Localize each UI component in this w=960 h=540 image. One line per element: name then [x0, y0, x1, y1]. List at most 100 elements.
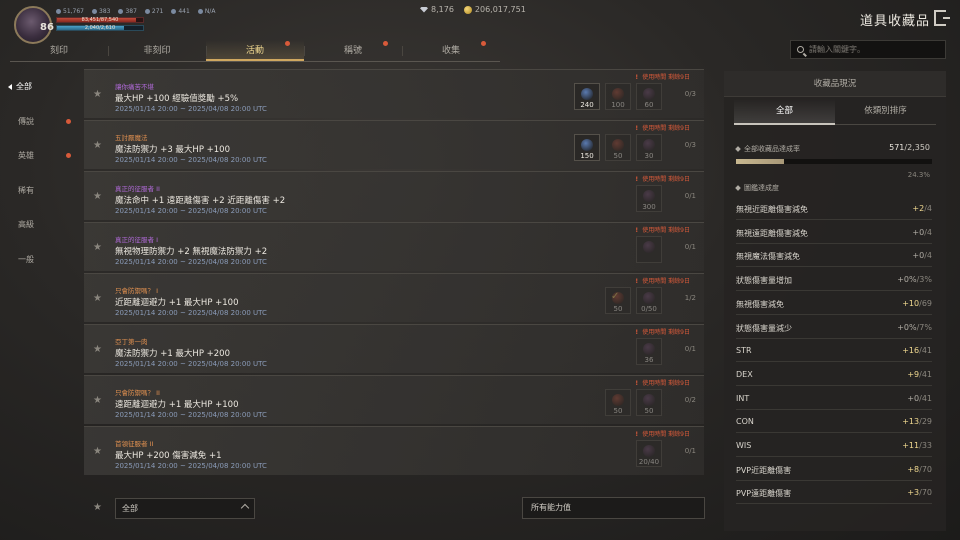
favorite-star-icon[interactable]: ★: [93, 140, 102, 151]
sidebar-item-label: 英雄: [18, 151, 34, 160]
tab-4[interactable]: 收集: [402, 40, 500, 61]
collection-row[interactable]: ★ 只會防禦嗎？ II 遠距離迴避力 +1 最大HP +100 2025/01/14 …: [84, 375, 704, 424]
tab-label: 刻印: [49, 46, 68, 56]
favorite-star-icon[interactable]: ★: [93, 89, 102, 100]
player-stat: 383: [92, 8, 110, 15]
tab-by-category[interactable]: 依類別排序: [835, 99, 936, 125]
time-limit-text: 使用時間 剩餘9日: [642, 125, 690, 132]
filter-dropdown[interactable]: 全部: [115, 498, 255, 519]
material-count: 60: [644, 101, 654, 109]
collection-row[interactable]: ★ 五討厭魔法 魔法防禦力 +3 最大HP +100 2025/01/14 20:00…: [84, 120, 704, 169]
material-slot[interactable]: 60: [636, 83, 662, 110]
collection-stat-row: 無視遠距離傷害減免 +0/4: [736, 222, 932, 244]
stat-icon: [144, 9, 150, 14]
sidebar-item[interactable]: 一般: [0, 248, 78, 283]
stat-value: 51,767: [63, 8, 84, 15]
sidebar-item-label: 傳說: [18, 116, 34, 126]
sidebar-item[interactable]: 稀有: [0, 179, 78, 214]
stat-label: WIS: [736, 441, 752, 450]
panel-tabs: 全部 依類別排序: [734, 99, 936, 125]
material-slot[interactable]: 50: [605, 134, 631, 161]
favorite-star-icon[interactable]: ★: [93, 242, 102, 253]
material-slot[interactable]: [636, 236, 662, 263]
material-slot[interactable]: 150: [574, 134, 600, 161]
achievement-percent: 24.3%: [907, 171, 930, 179]
stat-label: DEX: [736, 369, 753, 379]
material-item-icon: [581, 88, 593, 100]
chevron-up-icon: [240, 503, 250, 513]
hp-bar: 83,451/87,540: [56, 17, 144, 23]
search-icon[interactable]: [797, 46, 804, 53]
time-limit-badge: ! 使用時間 剩餘9日: [634, 276, 690, 285]
material-slot[interactable]: 300: [636, 185, 662, 212]
collection-stat-row: DEX +9/41: [736, 364, 932, 386]
exit-icon[interactable]: [934, 10, 950, 26]
sidebar-item[interactable]: 傳說: [0, 110, 78, 145]
material-slot[interactable]: 50: [636, 389, 662, 416]
tab-0[interactable]: 刻印: [10, 40, 108, 61]
material-slot[interactable]: ✓ 50: [605, 287, 631, 314]
alert-icon: !: [635, 125, 639, 132]
material-slot[interactable]: 30: [636, 134, 662, 161]
tab-1[interactable]: 非刻印: [108, 40, 206, 61]
player-stat: 441: [171, 8, 190, 15]
material-count: 150: [580, 152, 594, 160]
collection-row[interactable]: ★ 真正的征服者 II 魔法命中 +1 遠距離傷害 +2 近距離傷害 +2 2025/…: [84, 171, 704, 220]
player-stat: N/A: [197, 8, 216, 15]
material-slot[interactable]: 50: [605, 389, 631, 416]
collection-row[interactable]: ★ 首領征服者 II 最大HP +200 傷害減免 +1 2025/01/14 20:…: [84, 426, 704, 475]
sidebar-item[interactable]: 英雄: [0, 144, 78, 179]
notification-dot-icon: [66, 153, 71, 158]
favorite-star-icon[interactable]: ★: [93, 293, 102, 304]
sidebar-item[interactable]: 全部: [0, 75, 78, 110]
collection-stat-row: WIS +11/33: [736, 435, 932, 457]
tab-2[interactable]: 活動: [206, 40, 304, 61]
favorite-star-icon[interactable]: ★: [93, 446, 102, 457]
stat-value: 387: [125, 8, 137, 15]
collection-row[interactable]: ★ 亞丁第一肉 魔法防禦力 +1 最大HP +200 2025/01/14 20:00…: [84, 324, 704, 373]
favorite-filter-star-icon[interactable]: ★: [93, 502, 102, 513]
material-slot[interactable]: 20/40: [636, 440, 662, 467]
material-slot[interactable]: 100: [605, 83, 631, 110]
ability-dropdown[interactable]: 所有能力值: [522, 497, 705, 519]
time-limit-badge: ! 使用時間 剩餘9日: [634, 174, 690, 183]
player-stat: 271: [144, 8, 163, 15]
stat-max: 70: [921, 488, 932, 498]
collection-category: 五討厭魔法: [115, 134, 148, 142]
collection-row[interactable]: ★ 只會防禦嗎？ I 近距離迴避力 +1 最大HP +100 2025/01/14 2…: [84, 273, 704, 322]
favorite-star-icon[interactable]: ★: [93, 344, 102, 355]
stat-value: N/A: [204, 8, 216, 15]
material-slot[interactable]: 36: [636, 338, 662, 365]
search-input[interactable]: [809, 45, 939, 54]
stat-max: 41: [921, 346, 932, 356]
tab-label: 稱號: [343, 46, 362, 56]
stat-current: +0%: [897, 322, 917, 332]
alert-icon: !: [635, 227, 639, 234]
avatar[interactable]: 86: [14, 6, 54, 44]
collection-stat-row: PVP遠距離傷害 +3/70: [736, 482, 932, 505]
stat-label: PVP遠距離傷害: [736, 489, 792, 499]
stat-label: INT: [736, 393, 750, 403]
material-item-icon: [643, 241, 655, 253]
sidebar-item[interactable]: 高級: [0, 213, 78, 248]
stat-max: 69: [921, 298, 932, 308]
collection-row[interactable]: ★ 讓你痛苦不堪 最大HP +100 經驗值獎勵 +5% 2025/01/14 20:…: [84, 69, 704, 118]
tab-3[interactable]: 稱號: [304, 40, 402, 61]
favorite-star-icon[interactable]: ★: [93, 191, 102, 202]
material-slot[interactable]: 240: [574, 83, 600, 110]
stat-value: +10/69: [902, 298, 932, 308]
alert-icon: !: [635, 431, 639, 438]
collection-effect: 魔法命中 +1 遠距離傷害 +2 近距離傷害 +2: [115, 196, 286, 206]
stat-icon: [92, 9, 97, 14]
material-item-icon: [581, 139, 593, 151]
collection-period: 2025/01/14 20:00 ~ 2025/04/08 20:00 UTC: [115, 360, 267, 368]
collection-row[interactable]: ★ 真正的征服者 I 無視物理防禦力 +2 無視魔法防禦力 +2 2025/01/14…: [84, 222, 704, 271]
favorite-star-icon[interactable]: ★: [93, 395, 102, 406]
tab-all[interactable]: 全部: [734, 99, 835, 125]
material-count: 50: [613, 407, 623, 415]
collection-progress: 0/2: [684, 396, 696, 404]
stat-value: +0%/3%: [897, 275, 932, 285]
material-slot[interactable]: 0/50: [636, 287, 662, 314]
stat-max: 70: [921, 464, 932, 474]
material-item-icon: [643, 190, 655, 202]
